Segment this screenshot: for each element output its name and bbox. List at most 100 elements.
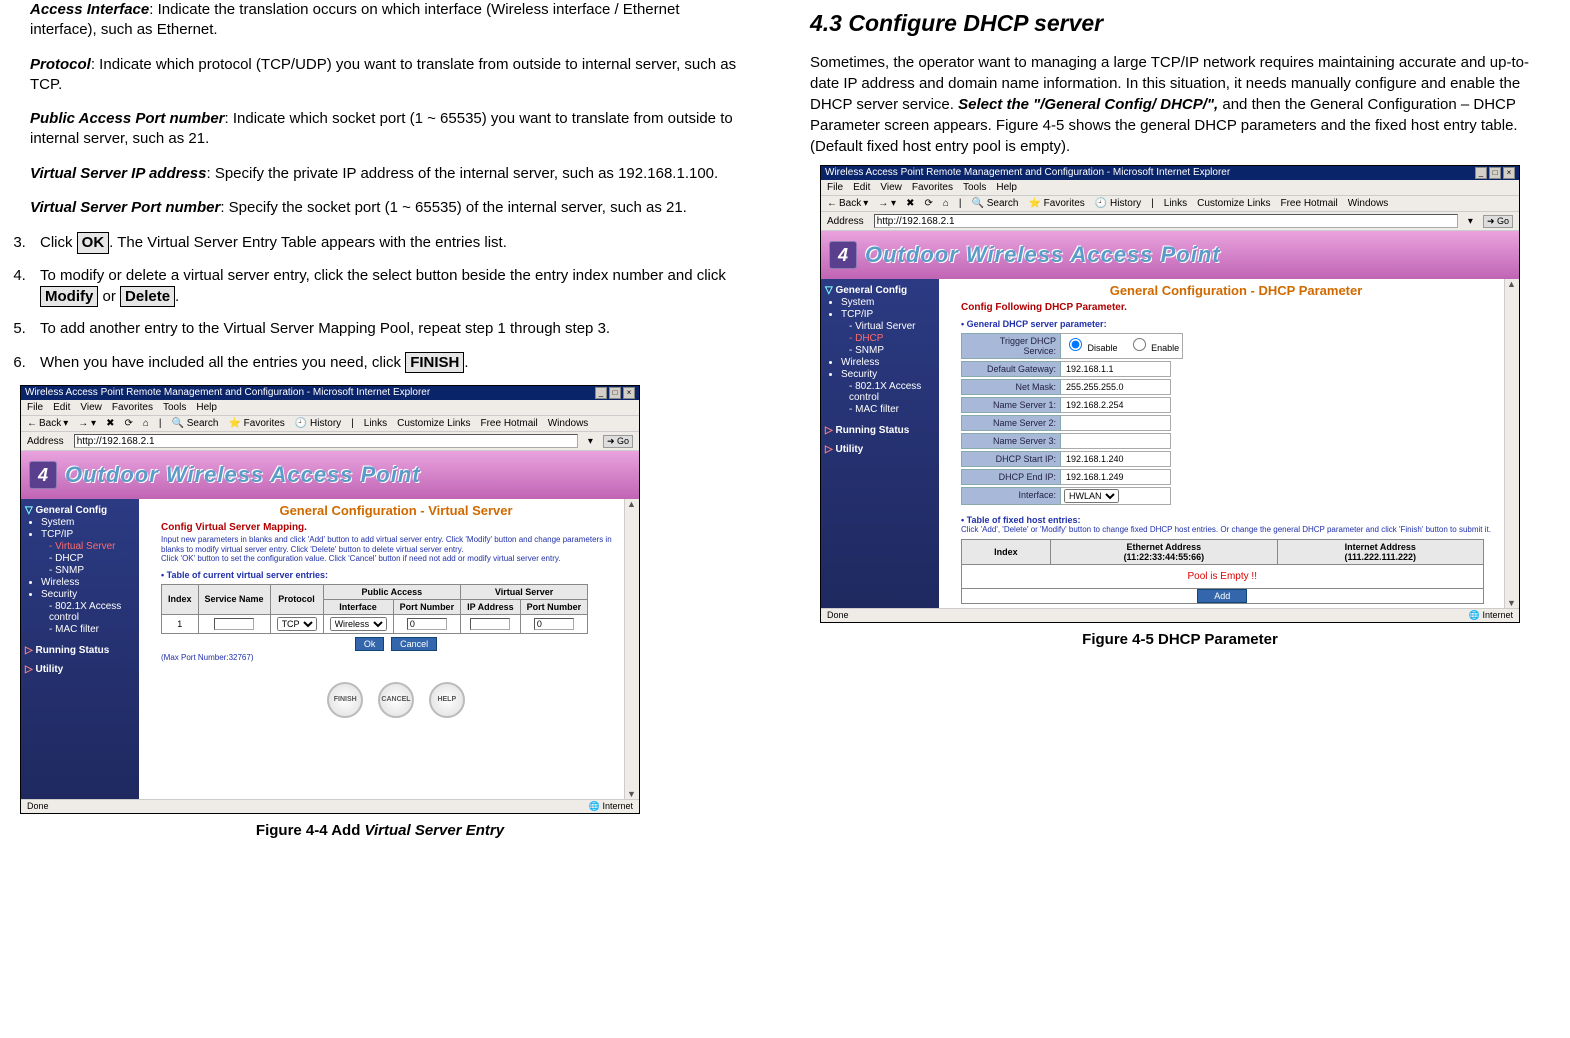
refresh-icon[interactable]: ⟳ (124, 418, 132, 429)
service-name-input[interactable] (214, 618, 254, 630)
sidebar-item-8021x[interactable]: 802.1X Access control (49, 601, 135, 623)
sidebar: General Config System TCP/IP Virtual Ser… (821, 279, 939, 608)
history-icon[interactable]: 🕘 History (1095, 198, 1141, 209)
figure-4-5-caption: Figure 4-5 DHCP Parameter (810, 631, 1550, 648)
favorites-icon[interactable]: ⭐ Favorites (228, 418, 284, 429)
default-gateway-input[interactable] (1064, 363, 1164, 375)
figure-4-5-screenshot: Wireless Access Point Remote Management … (820, 165, 1520, 623)
sidebar-item-tcpip[interactable]: TCP/IP (41, 529, 135, 540)
ns2-input[interactable] (1064, 417, 1164, 429)
sidebar-item-virtual-server[interactable]: Virtual Server (49, 541, 135, 552)
sidebar-item-system[interactable]: System (841, 297, 935, 308)
history-icon[interactable]: 🕘 History (295, 418, 341, 429)
toolbar[interactable]: ← Back ▾ → ▾ ✖ ⟳ ⌂ | 🔍 Search ⭐ Favorite… (821, 196, 1519, 212)
sidebar-item-running-status[interactable]: Running Status (25, 645, 135, 656)
app-banner: 4 Outdoor Wireless Access Point (21, 451, 639, 499)
para-access-interface: Access Interface: Indicate the translati… (30, 0, 750, 41)
back-button[interactable]: ← Back ▾ (27, 418, 68, 429)
back-button[interactable]: ← Back ▾ (827, 198, 868, 209)
close-icon[interactable]: × (1503, 167, 1515, 179)
address-bar: Address ▾ ➜ Go (821, 212, 1519, 231)
go-button[interactable]: ➜ Go (603, 435, 633, 448)
refresh-icon[interactable]: ⟳ (924, 198, 932, 209)
figure-4-4-caption: Figure 4-4 Add Virtual Server Entry (10, 822, 750, 839)
minimize-icon[interactable]: _ (595, 387, 607, 399)
modify-button[interactable]: Modify (40, 286, 98, 308)
home-icon[interactable]: ⌂ (943, 198, 949, 209)
sidebar-item-general-config[interactable]: General Config (825, 285, 935, 296)
window-title: Wireless Access Point Remote Management … (25, 387, 430, 399)
para-vs-ip: Virtual Server IP address: Specify the p… (30, 164, 750, 184)
toolbar[interactable]: ← Back ▾ → ▾ ✖ ⟳ ⌂ | 🔍 Search ⭐ Favorite… (21, 416, 639, 432)
forward-icon[interactable]: → ▾ (78, 418, 96, 429)
dhcp-start-input[interactable] (1064, 453, 1164, 465)
close-icon[interactable]: × (623, 387, 635, 399)
menu-bar[interactable]: FileEditViewFavoritesToolsHelp (821, 180, 1519, 196)
window-titlebar: Wireless Access Point Remote Management … (21, 386, 639, 400)
disable-radio[interactable]: Disable (1064, 343, 1118, 353)
url-input[interactable] (874, 214, 1458, 228)
sidebar-item-8021x[interactable]: 802.1X Access control (849, 381, 935, 403)
cancel-round-button[interactable]: CANCEL (378, 682, 414, 718)
figure-4-4-screenshot: Wireless Access Point Remote Management … (20, 385, 640, 814)
finish-button[interactable]: FINISH (405, 352, 464, 374)
stop-icon[interactable]: ✖ (106, 418, 114, 429)
forward-icon[interactable]: → ▾ (878, 198, 896, 209)
vs-port-input[interactable] (534, 618, 574, 630)
favorites-icon[interactable]: ⭐ Favorites (1028, 198, 1084, 209)
ok-button[interactable]: Ok (355, 637, 385, 651)
sidebar-item-snmp[interactable]: SNMP (49, 565, 135, 576)
minimize-icon[interactable]: _ (1475, 167, 1487, 179)
sidebar-item-dhcp[interactable]: DHCP (49, 553, 135, 564)
dhcp-end-input[interactable] (1064, 471, 1164, 483)
ns3-input[interactable] (1064, 435, 1164, 447)
status-bar: Done 🌐 Internet (21, 799, 639, 813)
sidebar-item-general-config[interactable]: General Config (25, 505, 135, 516)
netmask-input[interactable] (1064, 381, 1164, 393)
section-heading: 4.3 Configure DHCP server (810, 10, 1550, 37)
public-port-input[interactable] (407, 618, 447, 630)
help-round-button[interactable]: HELP (429, 682, 465, 718)
sidebar-item-macfilter[interactable]: MAC filter (49, 624, 135, 635)
right-column: 4.3 Configure DHCP server Sometimes, the… (810, 0, 1550, 839)
sidebar: General Config System TCP/IP Virtual Ser… (21, 499, 139, 799)
vs-ip-input[interactable] (470, 618, 510, 630)
sidebar-item-virtual-server[interactable]: Virtual Server (849, 321, 935, 332)
ns1-input[interactable] (1064, 399, 1164, 411)
sidebar-item-running-status[interactable]: Running Status (825, 425, 935, 436)
enable-radio[interactable]: Enable (1128, 343, 1180, 353)
delete-button[interactable]: Delete (120, 286, 175, 308)
iface-select[interactable]: HWLAN (1064, 489, 1119, 503)
step-5: To add another entry to the Virtual Serv… (30, 319, 750, 339)
sidebar-item-system[interactable]: System (41, 517, 135, 528)
sidebar-item-utility[interactable]: Utility (825, 444, 935, 455)
home-icon[interactable]: ⌂ (143, 418, 149, 429)
add-button[interactable]: Add (1197, 589, 1247, 603)
sidebar-item-tcpip[interactable]: TCP/IP (841, 309, 935, 320)
search-icon[interactable]: 🔍 Search (172, 418, 219, 429)
sidebar-item-wireless[interactable]: Wireless (41, 577, 135, 588)
left-column: Access Interface: Indicate the translati… (10, 0, 750, 839)
sidebar-item-wireless[interactable]: Wireless (841, 357, 935, 368)
sidebar-item-security[interactable]: Security (841, 369, 935, 380)
interface-select[interactable]: Wireless (330, 617, 387, 631)
ok-button[interactable]: OK (77, 232, 110, 254)
stop-icon[interactable]: ✖ (906, 198, 914, 209)
sidebar-item-macfilter[interactable]: MAC filter (849, 404, 935, 415)
protocol-select[interactable]: TCP (277, 617, 317, 631)
section-intro: Sometimes, the operator want to managing… (810, 52, 1550, 157)
scrollbar[interactable] (1504, 279, 1519, 608)
maximize-icon[interactable]: □ (609, 387, 621, 399)
url-input[interactable] (74, 434, 578, 448)
go-button[interactable]: ➜ Go (1483, 215, 1513, 228)
sidebar-item-utility[interactable]: Utility (25, 664, 135, 675)
search-icon[interactable]: 🔍 Search (972, 198, 1019, 209)
scrollbar[interactable] (624, 499, 639, 799)
finish-round-button[interactable]: FINISH (327, 682, 363, 718)
sidebar-item-snmp[interactable]: SNMP (849, 345, 935, 356)
sidebar-item-dhcp[interactable]: DHCP (849, 333, 935, 344)
menu-bar[interactable]: FileEditViewFavoritesToolsHelp (21, 400, 639, 416)
sidebar-item-security[interactable]: Security (41, 589, 135, 600)
maximize-icon[interactable]: □ (1489, 167, 1501, 179)
cancel-button[interactable]: Cancel (391, 637, 437, 651)
